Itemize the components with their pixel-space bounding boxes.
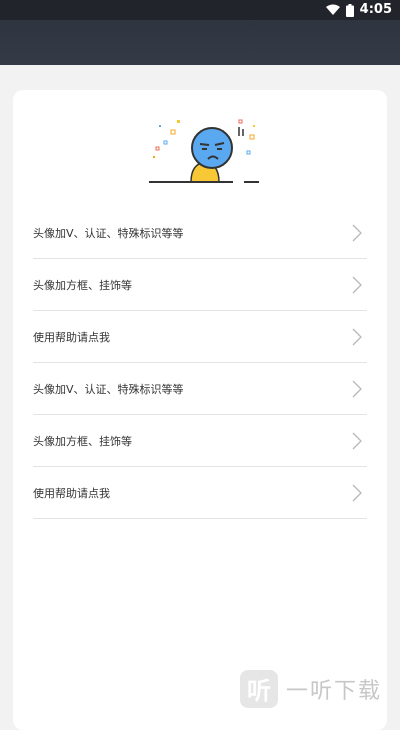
- list-item-label: 头像加V、认证、特殊标识等等: [33, 226, 184, 240]
- chevron-right-icon: [352, 432, 362, 449]
- option-list: 头像加V、认证、特殊标识等等 头像加方框、挂饰等 使用帮助请点我 头像加V、认证…: [33, 207, 367, 519]
- list-item[interactable]: 头像加方框、挂饰等: [33, 415, 367, 467]
- status-bar: 4:05: [0, 0, 400, 20]
- list-item[interactable]: 头像加V、认证、特殊标识等等: [33, 207, 367, 259]
- watermark-logo: 听: [240, 669, 278, 708]
- chevron-right-icon: [352, 484, 362, 501]
- list-item-label: 头像加V、认证、特殊标识等等: [33, 382, 184, 396]
- list-item-label: 头像加方框、挂饰等: [33, 278, 132, 292]
- list-item-label: 使用帮助请点我: [33, 330, 110, 344]
- list-item-label: 头像加方框、挂饰等: [33, 434, 132, 448]
- status-icons: 4:05: [325, 2, 392, 18]
- grumpy-face-illustration: [149, 119, 259, 183]
- watermark-text: 一听下载: [286, 678, 383, 704]
- list-item-label: 使用帮助请点我: [33, 486, 110, 500]
- chevron-right-icon: [352, 224, 362, 241]
- battery-icon: [345, 3, 354, 17]
- chevron-right-icon: [352, 380, 362, 397]
- list-item[interactable]: 使用帮助请点我: [33, 467, 367, 519]
- content-card: 头像加V、认证、特殊标识等等 头像加方框、挂饰等 使用帮助请点我 头像加V、认证…: [13, 90, 387, 730]
- chevron-right-icon: [352, 328, 362, 345]
- watermark: 听 一听下载: [240, 666, 400, 711]
- list-item[interactable]: 头像加方框、挂饰等: [33, 259, 367, 311]
- list-item[interactable]: 使用帮助请点我: [33, 311, 367, 363]
- wifi-icon: [325, 4, 340, 15]
- list-item[interactable]: 头像加V、认证、特殊标识等等: [33, 363, 367, 415]
- app-bar: [0, 20, 400, 65]
- chevron-right-icon: [352, 276, 362, 293]
- status-time: 4:05: [359, 2, 392, 17]
